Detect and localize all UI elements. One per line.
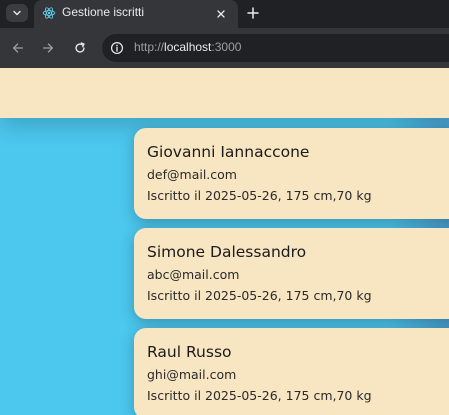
chevron-down-icon [13,10,21,16]
member-email: def@mail.com [147,167,237,182]
member-card[interactable]: Giovanni Iannaccone def@mail.com Iscritt… [134,128,449,219]
member-email: abc@mail.com [147,267,240,282]
close-icon [217,10,225,18]
member-details: Iscritto il 2025-05-26, 175 cm,70 kg [147,288,372,303]
url-host: localhost [164,40,212,54]
page-header [0,68,449,118]
tab-gestione-iscritti[interactable]: Gestione iscritti [34,0,238,28]
member-name: Raul Russo [147,343,232,361]
address-bar[interactable]: http://localhost:3000 [102,34,449,62]
url-port: :3000 [211,40,242,54]
tab-search-button[interactable] [6,4,28,22]
tab-close-button[interactable] [214,7,228,21]
arrow-right-icon [42,43,54,53]
page-content: Giovanni Iannaccone def@mail.com Iscritt… [0,68,449,415]
browser-toolbar: http://localhost:3000 [0,28,449,68]
new-tab-button[interactable] [244,4,262,22]
member-email: ghi@mail.com [147,367,237,382]
plus-icon [247,7,259,19]
browser-window: Gestione iscritti http://localhost:3000 … [0,0,449,415]
url-text: http://localhost:3000 [134,40,241,54]
tab-strip: Gestione iscritti [0,0,449,28]
reload-icon [75,42,85,53]
tab-title: Gestione iscritti [62,5,145,19]
react-icon [42,7,56,19]
member-card[interactable]: Simone Dalessandro abc@mail.com Iscritto… [134,228,449,319]
member-details: Iscritto il 2025-05-26, 175 cm,70 kg [147,188,372,203]
member-name: Simone Dalessandro [147,243,307,261]
url-scheme: http:// [134,40,165,54]
member-details: Iscritto il 2025-05-26, 175 cm,70 kg [147,388,372,403]
arrow-left-icon [12,43,24,53]
back-button[interactable] [8,38,28,58]
info-icon[interactable] [110,41,124,55]
member-name: Giovanni Iannaccone [147,143,310,161]
reload-button[interactable] [70,38,90,58]
forward-button[interactable] [38,38,58,58]
member-card[interactable]: Raul Russo ghi@mail.com Iscritto il 2025… [134,328,449,415]
